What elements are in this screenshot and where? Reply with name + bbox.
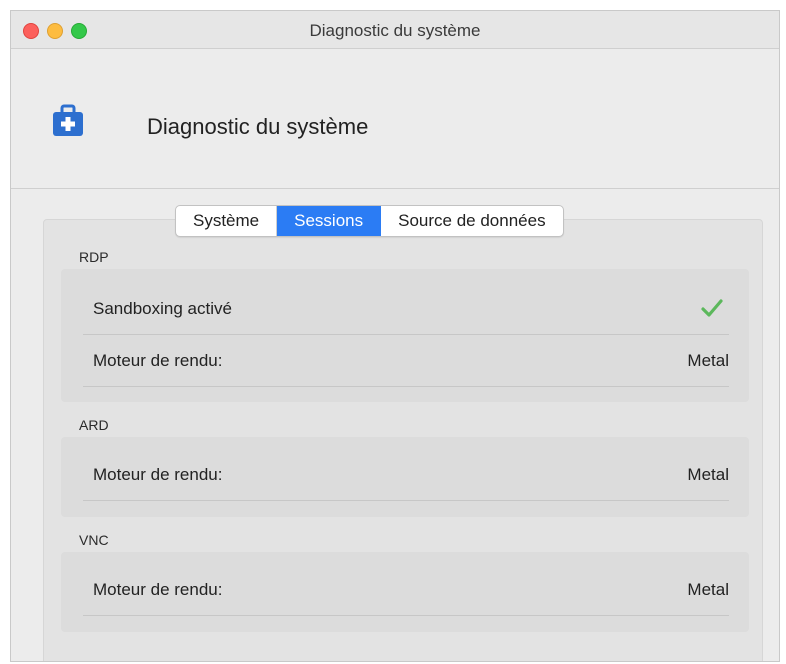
row-render-engine: Moteur de rendu: Metal — [83, 335, 729, 387]
group-ard: Moteur de rendu: Metal — [61, 437, 749, 517]
tab-source-de-donnees[interactable]: Source de données — [381, 206, 562, 236]
app-window: Diagnostic du système Diagnostic du syst… — [10, 10, 780, 662]
section-label-ard: ARD — [79, 417, 109, 433]
section-label-vnc: VNC — [79, 532, 109, 548]
page-title: Diagnostic du système — [147, 114, 369, 139]
tab-bar: Système Sessions Source de données — [175, 205, 564, 237]
group-vnc: Moteur de rendu: Metal — [61, 552, 749, 632]
content-area: Système Sessions Source de données RDP S… — [11, 189, 779, 661]
row-sandboxing: Sandboxing activé — [83, 283, 729, 335]
window-title: Diagnostic du système — [309, 21, 481, 40]
row-label: Moteur de rendu: — [93, 580, 223, 599]
row-render-engine: Moteur de rendu: Metal — [83, 449, 729, 501]
group-rdp: Sandboxing activé Moteur de rendu: Metal — [61, 269, 749, 402]
tab-sessions[interactable]: Sessions — [277, 206, 382, 236]
medical-kit-icon — [53, 104, 83, 136]
section-label-rdp: RDP — [79, 249, 109, 265]
row-value: Metal — [687, 580, 729, 599]
row-label: Sandboxing activé — [93, 299, 232, 318]
row-render-engine: Moteur de rendu: Metal — [83, 564, 729, 616]
header: Diagnostic du système — [11, 49, 779, 189]
checkmark-icon — [701, 299, 723, 317]
row-label: Moteur de rendu: — [93, 465, 223, 484]
title-bar: Diagnostic du système — [11, 11, 779, 49]
row-value: Metal — [687, 351, 729, 370]
row-value: Metal — [687, 465, 729, 484]
tab-systeme[interactable]: Système — [176, 206, 278, 236]
row-label: Moteur de rendu: — [93, 351, 223, 370]
